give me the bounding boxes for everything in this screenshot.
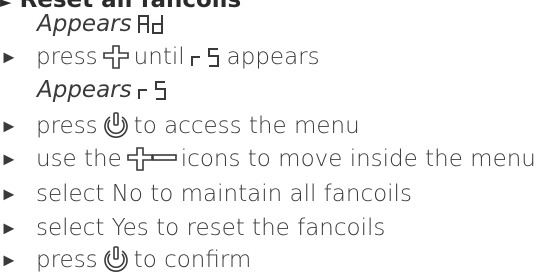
bullet-press-power-line: ► press to access the menu xyxy=(0,110,360,142)
line-text: icons to move inside the menu xyxy=(180,146,536,172)
bullet-press-confirm-line: ► press to confirm xyxy=(0,244,251,276)
line-text: to confirm xyxy=(133,247,252,273)
line-text: press xyxy=(36,113,98,139)
bullet-arrow: ► xyxy=(0,148,18,170)
appears-rs-line: Appears xyxy=(37,74,174,106)
heading-arrow: ► xyxy=(0,0,12,11)
bullet-select-yes-line: ► select Yes to reset the fancoils xyxy=(0,212,385,244)
segment-display-rs-icon xyxy=(137,81,166,100)
line-text: to access the menu xyxy=(133,113,360,139)
line-text: press xyxy=(36,247,98,273)
plus-icon xyxy=(102,45,129,69)
bullet-select-no-line: ► select No to maintain all fancoils xyxy=(0,178,412,210)
bullet-press-plus-line: ► press until appears xyxy=(0,41,320,73)
bullet-arrow: ► xyxy=(0,46,18,68)
appears-label: Appears xyxy=(37,77,132,103)
line-text: press xyxy=(36,44,98,70)
power-icon xyxy=(103,112,128,138)
bullet-arrow: ► xyxy=(0,183,18,205)
segment-display-rs-icon xyxy=(190,48,219,67)
plus-icon xyxy=(126,147,153,171)
line-text: use the xyxy=(36,146,122,172)
bullet-arrow: ► xyxy=(0,115,18,137)
minus-icon xyxy=(151,154,177,161)
appears-label: Appears xyxy=(37,11,132,37)
section-heading: ► Reset all fancoils xyxy=(0,0,241,13)
segment-display-ad-icon xyxy=(137,15,163,34)
line-text: select No to maintain all fancoils xyxy=(36,181,412,207)
line-text: appears xyxy=(226,44,320,70)
bullet-arrow: ► xyxy=(0,249,18,271)
power-icon xyxy=(103,246,128,272)
line-text: until xyxy=(133,44,185,70)
appears-ad-line: Appears xyxy=(37,8,170,40)
line-text: select Yes to reset the fancoils xyxy=(36,215,386,241)
bullet-arrow: ► xyxy=(0,217,18,239)
bullet-use-icons-line: ► use the icons to move inside the menu xyxy=(0,143,536,175)
